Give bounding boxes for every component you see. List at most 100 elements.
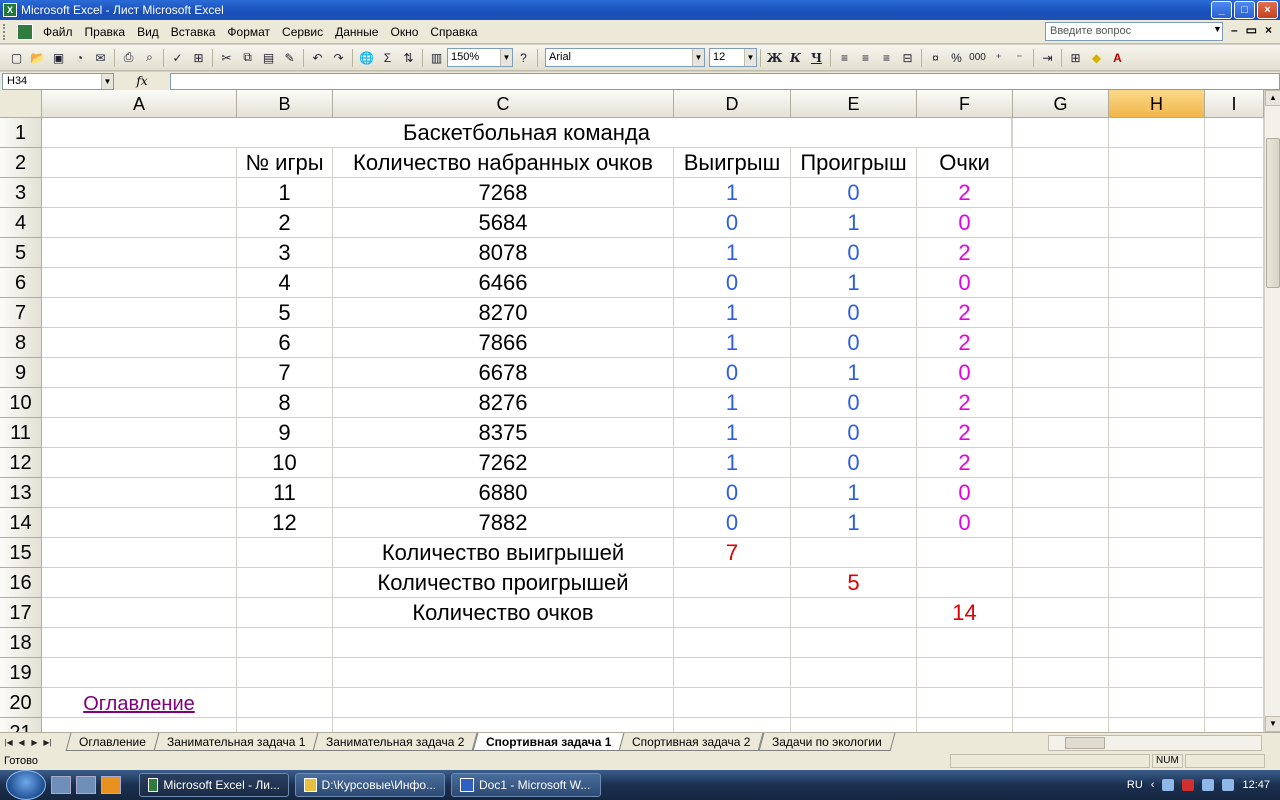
grid-cell[interactable] xyxy=(1013,448,1109,478)
row-header-8[interactable]: 8 xyxy=(0,328,42,358)
grid-cell[interactable] xyxy=(1109,688,1205,718)
cell-win[interactable]: 0 xyxy=(674,508,791,538)
grid-cell[interactable] xyxy=(42,148,237,178)
header-loss[interactable]: Проигрыш xyxy=(791,148,917,178)
save-icon[interactable]: ▣ xyxy=(48,48,69,68)
cell-points[interactable]: 8276 xyxy=(333,388,674,418)
cell-score[interactable]: 2 xyxy=(917,178,1013,208)
grid-cell[interactable] xyxy=(1109,598,1205,628)
decrease-decimal-icon[interactable]: ⁻ xyxy=(1009,48,1030,68)
scroll-thumb[interactable] xyxy=(1266,138,1280,288)
row-header-6[interactable]: 6 xyxy=(0,268,42,298)
row-header-11[interactable]: 11 xyxy=(0,418,42,448)
grid-cell[interactable] xyxy=(1013,208,1109,238)
summary-wins-value[interactable]: 7 xyxy=(674,538,791,568)
close-button[interactable]: × xyxy=(1257,1,1278,19)
sheet-tab[interactable]: Оглавление xyxy=(65,733,160,751)
cell-win[interactable]: 0 xyxy=(674,268,791,298)
insert-function-icon[interactable]: fx xyxy=(114,74,170,88)
cell-score[interactable]: 2 xyxy=(917,448,1013,478)
doc-minimize-icon[interactable]: – xyxy=(1231,23,1238,37)
grid-cell[interactable] xyxy=(674,598,791,628)
row-header-3[interactable]: 3 xyxy=(0,178,42,208)
print-icon[interactable]: ⎙ xyxy=(118,48,139,68)
grid-cell[interactable] xyxy=(42,508,237,538)
chart-wizard-icon[interactable]: ▥ xyxy=(426,48,447,68)
grid-cell[interactable] xyxy=(1013,358,1109,388)
row-header-13[interactable]: 13 xyxy=(0,478,42,508)
grid-cell[interactable] xyxy=(1109,718,1205,732)
grid-cell[interactable] xyxy=(1205,238,1264,268)
spelling-icon[interactable]: ✓ xyxy=(167,48,188,68)
menu-file[interactable]: Файл xyxy=(37,22,79,42)
align-right-icon[interactable]: ≡ xyxy=(876,48,897,68)
header-game-no[interactable]: № игры xyxy=(237,148,333,178)
format-painter-icon[interactable]: ✎ xyxy=(279,48,300,68)
grid-cell[interactable] xyxy=(42,358,237,388)
row-header-5[interactable]: 5 xyxy=(0,238,42,268)
last-sheet-icon[interactable]: ▶| xyxy=(41,735,54,750)
grid-cell[interactable] xyxy=(1013,148,1109,178)
grid-cell[interactable] xyxy=(333,628,674,658)
cell-loss[interactable]: 1 xyxy=(791,508,917,538)
grid-cell[interactable] xyxy=(1205,448,1264,478)
autosum-icon[interactable]: Σ xyxy=(377,48,398,68)
cell-score[interactable]: 0 xyxy=(917,268,1013,298)
bold-button[interactable]: Ж xyxy=(764,48,785,68)
grid-cell[interactable] xyxy=(1205,658,1264,688)
menu-grip[interactable] xyxy=(3,23,17,40)
row-header-14[interactable]: 14 xyxy=(0,508,42,538)
chevron-down-icon[interactable]: ▼ xyxy=(744,49,756,66)
grid-cell[interactable] xyxy=(1205,118,1264,148)
cell-win[interactable]: 1 xyxy=(674,238,791,268)
grid-cell[interactable] xyxy=(1013,478,1109,508)
grid-cell[interactable] xyxy=(1109,118,1205,148)
cell-win[interactable]: 1 xyxy=(674,298,791,328)
grid-cell[interactable] xyxy=(1109,568,1205,598)
grid-cell[interactable] xyxy=(1205,688,1264,718)
redo-icon[interactable]: ↷ xyxy=(328,48,349,68)
cut-icon[interactable]: ✂ xyxy=(216,48,237,68)
grid-cell[interactable] xyxy=(791,688,917,718)
grid-cell[interactable] xyxy=(42,178,237,208)
chevron-down-icon[interactable]: ▼ xyxy=(692,49,704,66)
row-header-9[interactable]: 9 xyxy=(0,358,42,388)
grid-cell[interactable] xyxy=(791,628,917,658)
tray-expand-icon[interactable]: ‹ xyxy=(1151,779,1155,791)
borders-icon[interactable]: ⊞ xyxy=(1065,48,1086,68)
column-header-i[interactable]: I xyxy=(1205,90,1264,118)
menu-view[interactable]: Вид xyxy=(131,22,165,42)
align-center-icon[interactable]: ≡ xyxy=(855,48,876,68)
grid-cell[interactable] xyxy=(42,598,237,628)
volume-icon[interactable] xyxy=(1222,779,1235,791)
grid-cell[interactable] xyxy=(791,538,917,568)
grid-cell[interactable] xyxy=(1013,718,1109,732)
sheet-tab[interactable]: Занимательная задача 1 xyxy=(153,733,319,751)
clock[interactable]: 12:47 xyxy=(1242,779,1270,791)
cell-loss[interactable]: 0 xyxy=(791,238,917,268)
grid-cell[interactable] xyxy=(1013,628,1109,658)
copy-icon[interactable]: ⧉ xyxy=(237,48,258,68)
taskbar-excel-button[interactable]: Microsoft Excel - Ли... xyxy=(139,773,289,797)
cell-loss[interactable]: 1 xyxy=(791,358,917,388)
workbook-icon[interactable] xyxy=(17,23,33,40)
vertical-scrollbar[interactable]: ▲ ▼ xyxy=(1264,90,1280,732)
grid-cell[interactable] xyxy=(1109,268,1205,298)
grid-cell[interactable] xyxy=(1205,628,1264,658)
grid-cell[interactable] xyxy=(674,628,791,658)
row-header-21[interactable]: 21 xyxy=(0,718,42,732)
column-header-c[interactable]: C xyxy=(333,90,674,118)
grid-cell[interactable] xyxy=(237,718,333,732)
formula-input[interactable] xyxy=(170,72,1280,90)
font-color-icon[interactable]: A xyxy=(1107,48,1128,68)
cell-win[interactable]: 0 xyxy=(674,478,791,508)
grid-cell[interactable] xyxy=(1013,238,1109,268)
grid-cell[interactable] xyxy=(1109,358,1205,388)
grid-cell[interactable] xyxy=(42,388,237,418)
grid-cell[interactable] xyxy=(1109,148,1205,178)
grid-cell[interactable] xyxy=(333,688,674,718)
grid-cell[interactable] xyxy=(1109,208,1205,238)
cell-score[interactable]: 2 xyxy=(917,238,1013,268)
cell-loss[interactable]: 0 xyxy=(791,418,917,448)
open-icon[interactable]: 📂 xyxy=(27,48,48,68)
